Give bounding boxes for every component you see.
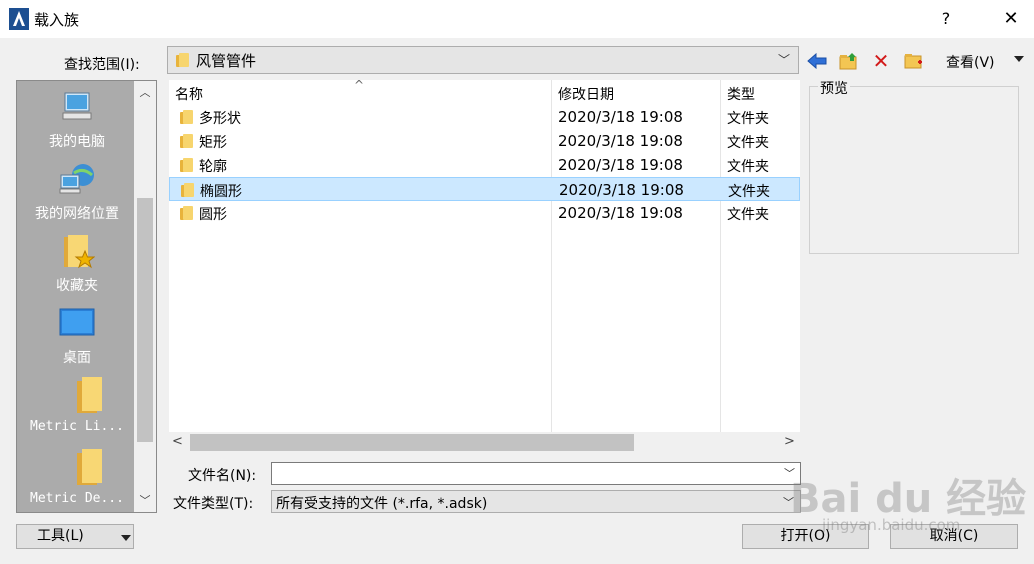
folder-icon: [180, 110, 194, 124]
scroll-up-icon[interactable]: ︿: [137, 84, 153, 100]
place-metric-detail[interactable]: Metric De...: [17, 449, 137, 506]
folder-icon: [17, 377, 137, 417]
column-header-modified[interactable]: 修改日期: [558, 84, 614, 104]
preview-pane: [809, 86, 1019, 254]
lookup-label: 查找范围(I):: [64, 57, 140, 73]
up-folder-icon[interactable]: [838, 50, 860, 72]
scroll-down-icon[interactable]: ﹀: [137, 492, 153, 508]
place-favorites[interactable]: 收藏夹: [17, 233, 137, 295]
column-header-type[interactable]: 类型: [727, 84, 755, 104]
places-scroll-thumb[interactable]: [137, 198, 153, 442]
file-row[interactable]: 圆形 2020/3/18 19:08 文件夹: [169, 201, 800, 225]
watermark-url: jingyan.baidu.com: [822, 516, 961, 534]
view-dropdown-icon[interactable]: [1014, 56, 1024, 62]
filetype-label: 文件类型(T):: [173, 496, 254, 512]
place-desktop[interactable]: 桌面: [17, 305, 137, 367]
new-folder-icon[interactable]: [903, 50, 925, 72]
folder-icon: [176, 53, 190, 67]
chevron-down-icon: ﹀: [777, 53, 790, 67]
place-metric-library[interactable]: Metric Li...: [17, 377, 137, 434]
lookup-combo[interactable]: 风管管件 ﹀: [167, 46, 799, 74]
help-button[interactable]: ?: [930, 0, 962, 38]
scroll-left-icon[interactable]: <: [172, 434, 183, 449]
filetype-select[interactable]: 所有受支持的文件 (*.rfa, *.adsk) ﹀: [271, 490, 801, 513]
sort-ascending-icon: ^: [354, 78, 365, 92]
folder-icon: [180, 158, 194, 172]
folder-icon: [180, 134, 194, 148]
folder-icon: [181, 183, 195, 197]
favorites-icon: [17, 233, 137, 273]
title-bar: [0, 0, 1034, 38]
filename-label: 文件名(N):: [188, 468, 257, 484]
scroll-right-icon[interactable]: >: [784, 434, 795, 449]
folder-icon: [180, 206, 194, 220]
folder-icon: [17, 449, 137, 489]
column-header-name[interactable]: 名称: [175, 84, 203, 104]
delete-icon[interactable]: ✕: [870, 49, 892, 73]
window-title: 载入族: [34, 11, 80, 29]
lookup-value: 风管管件: [196, 52, 257, 70]
close-button[interactable]: ✕: [988, 0, 1034, 38]
preview-label: 预览: [818, 78, 850, 98]
tools-dropdown-icon: [121, 535, 131, 541]
view-menu[interactable]: 查看(V): [946, 52, 995, 72]
computer-icon: [17, 89, 137, 129]
hscroll-thumb[interactable]: [190, 434, 634, 451]
filename-input[interactable]: [271, 462, 801, 485]
file-row-selected[interactable]: 椭圆形 2020/3/18 19:08 文件夹: [169, 177, 800, 201]
file-list: 名称 ^ 修改日期 类型 多形状 2020/3/18 19:08 文件夹 矩形 …: [169, 78, 800, 454]
place-my-computer[interactable]: 我的电脑: [17, 89, 137, 151]
file-row[interactable]: 轮廓 2020/3/18 19:08 文件夹: [169, 153, 800, 177]
app-icon: [9, 8, 29, 30]
file-row[interactable]: 矩形 2020/3/18 19:08 文件夹: [169, 129, 800, 153]
place-network[interactable]: 我的网络位置: [17, 161, 137, 223]
network-icon: [17, 161, 137, 201]
desktop-icon: [17, 305, 137, 345]
filetype-value: 所有受支持的文件 (*.rfa, *.adsk): [276, 496, 488, 512]
back-arrow-icon[interactable]: [806, 50, 828, 72]
file-row[interactable]: 多形状 2020/3/18 19:08 文件夹: [169, 105, 800, 129]
tools-button[interactable]: 工具(L): [16, 524, 134, 549]
